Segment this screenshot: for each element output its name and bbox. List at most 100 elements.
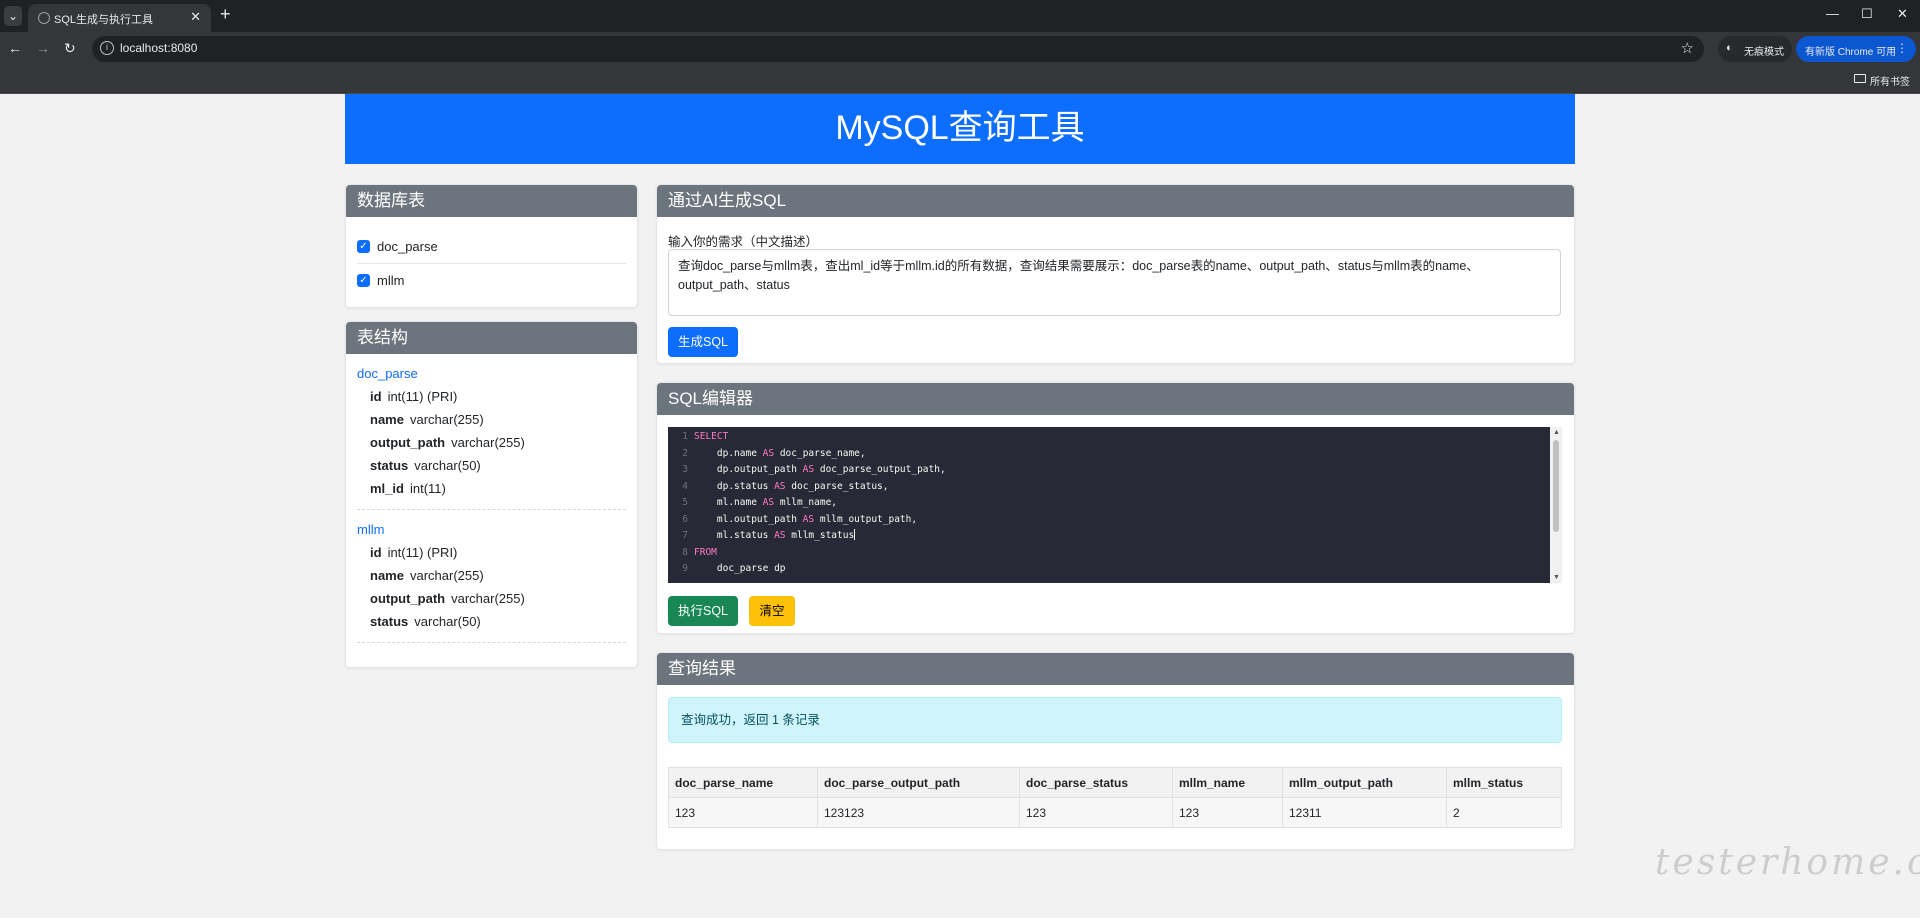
scrollbar-thumb[interactable]	[1553, 440, 1559, 532]
sql-keyword: FROM	[694, 546, 717, 558]
back-arrow-icon[interactable]: ←	[8, 40, 22, 56]
column-header: mllm_output_path	[1282, 767, 1447, 798]
table-label-mllm[interactable]: mllm	[377, 273, 404, 288]
all-bookmarks-link[interactable]: 所有书签	[1870, 73, 1910, 88]
editor-scrollbar[interactable]: ▲ ▼	[1550, 427, 1562, 583]
column-type: varchar(255)	[409, 568, 484, 583]
scroll-up-icon[interactable]: ▲	[1553, 429, 1560, 436]
code-text: doc_parse_output_path,	[814, 464, 946, 475]
watermark: testerhome.com	[1655, 842, 1920, 883]
line-number: 3	[682, 464, 688, 475]
minimize-icon[interactable]: —	[1826, 6, 1839, 21]
incognito-indicator[interactable]: ◐ 无痕模式	[1718, 36, 1792, 62]
sql-code-editor[interactable]: 1 SELECT 2 dp.name AS doc_parse_name, 3 d…	[668, 427, 1550, 583]
table-label-doc-parse[interactable]: doc_parse	[377, 239, 438, 254]
schema-column: id int(11) (PRI)	[370, 389, 457, 404]
line-number: 5	[682, 497, 688, 508]
sql-keyword: SELECT	[694, 431, 729, 442]
requirement-textarea[interactable]: 查询doc_parse与mllm表，查出ml_id等于mllm.id的所有数据，…	[668, 249, 1561, 316]
folder-icon	[1854, 74, 1866, 83]
sql-keyword: AS	[802, 513, 815, 525]
window-close-icon[interactable]: ✕	[1897, 6, 1908, 22]
code-text: doc_parse_status,	[785, 480, 889, 492]
divider	[357, 263, 626, 264]
results-card: 查询结果 查询成功，返回 1 条记录 doc_parse_name doc_pa…	[656, 652, 1575, 850]
schema-table-name: mllm	[357, 522, 385, 537]
maximize-icon[interactable]: ☐	[1861, 6, 1873, 22]
browser-tab-active[interactable]: SQL生成与执行工具 ✕	[28, 4, 211, 32]
address-bar[interactable]: i localhost:8080 ☆	[92, 36, 1704, 62]
column-type: varchar(50)	[414, 614, 481, 629]
kebab-menu-icon[interactable]: ⋮	[1896, 41, 1908, 55]
table-checkbox-mllm[interactable]: ✓	[357, 274, 370, 287]
execute-sql-button[interactable]: 执行SQL	[668, 596, 738, 626]
line-number: 8	[682, 546, 688, 558]
table-cell: 123	[1172, 797, 1283, 828]
code-text: doc_parse dp	[694, 563, 786, 574]
ai-card-title: 通过AI生成SQL	[657, 185, 1574, 217]
column-type: varchar(255)	[451, 591, 525, 606]
sql-editor-title: SQL编辑器	[657, 383, 1574, 415]
site-info-icon[interactable]: i	[100, 41, 114, 55]
table-cell: 2	[1446, 797, 1562, 828]
code-text: ml.name	[694, 497, 763, 508]
ai-generate-card: 通过AI生成SQL 输入你的需求（中文描述） 查询doc_parse与mllm表…	[656, 184, 1575, 364]
column-name: status	[370, 458, 409, 473]
table-cell: 123123	[817, 797, 1020, 828]
schema-column: output_path varchar(255)	[370, 435, 525, 450]
chrome-update-button[interactable]: 有新版 Chrome 可用 ⋮	[1796, 36, 1916, 62]
line-number: 9	[682, 563, 688, 574]
code-line: 8 FROM	[668, 546, 717, 560]
reload-icon[interactable]: ↻	[64, 40, 76, 57]
code-line: 7 ml.status AS mllm_status	[668, 529, 856, 543]
column-header: doc_parse_output_path	[817, 767, 1020, 798]
line-number: 4	[682, 480, 688, 492]
table-checkbox-doc-parse[interactable]: ✓	[357, 240, 370, 253]
sql-editor-card: SQL编辑器 1 SELECT 2 dp.name AS doc_parse_na…	[656, 382, 1575, 634]
line-number: 7	[682, 530, 688, 541]
column-header: mllm_status	[1446, 767, 1562, 798]
generate-sql-button[interactable]: 生成SQL	[668, 327, 738, 357]
divider	[357, 642, 626, 643]
table-header-row: doc_parse_name doc_parse_output_path doc…	[668, 767, 1562, 798]
table-cell: 123	[668, 797, 818, 828]
address-url[interactable]: localhost:8080	[120, 41, 197, 55]
column-type: int(11) (PRI)	[387, 545, 458, 560]
column-type: varchar(255)	[451, 435, 525, 450]
code-line: 2 dp.name AS doc_parse_name,	[668, 447, 865, 461]
code-line: 3 dp.output_path AS doc_parse_output_pat…	[668, 463, 946, 477]
clear-button[interactable]: 清空	[749, 596, 795, 626]
bookmark-star-icon[interactable]: ☆	[1681, 39, 1694, 57]
schema-column: name varchar(255)	[370, 412, 484, 427]
column-name: name	[370, 568, 404, 583]
close-icon[interactable]: ✕	[190, 9, 201, 25]
sql-keyword: AS	[774, 530, 786, 541]
requirement-label: 输入你的需求（中文描述）	[668, 235, 819, 249]
divider	[357, 509, 626, 510]
new-tab-button[interactable]: +	[220, 4, 231, 25]
globe-icon	[38, 12, 50, 24]
column-type: int(11) (PRI)	[387, 389, 458, 404]
column-type: int(11)	[409, 481, 446, 496]
column-name: ml_id	[370, 481, 404, 496]
code-text: dp.output_path	[694, 464, 803, 475]
scroll-down-icon[interactable]: ▼	[1553, 574, 1560, 581]
column-name: id	[370, 545, 382, 560]
incognito-icon: ◐	[1726, 42, 1733, 54]
table-cell: 123	[1019, 797, 1173, 828]
schema-table-name: doc_parse	[357, 366, 418, 381]
bookmarks-bar: 所有书签	[0, 66, 1920, 94]
sql-keyword: AS	[762, 447, 775, 459]
sql-keyword: AS	[774, 480, 786, 492]
forward-arrow-icon[interactable]: →	[36, 40, 50, 56]
schema-column: status varchar(50)	[370, 614, 481, 629]
tab-search-button[interactable]: ⌄	[4, 6, 22, 26]
sql-keyword: AS	[762, 497, 775, 508]
tables-card-title: 数据库表	[346, 185, 637, 217]
column-type: varchar(50)	[414, 458, 481, 473]
code-text: ml.output_path	[694, 513, 803, 525]
schema-card: 表结构 doc_parse id int(11) (PRI) name varcha…	[345, 321, 638, 668]
code-text: mllm_name,	[774, 497, 838, 508]
success-alert: 查询成功，返回 1 条记录	[668, 697, 1562, 743]
column-name: id	[370, 389, 382, 404]
